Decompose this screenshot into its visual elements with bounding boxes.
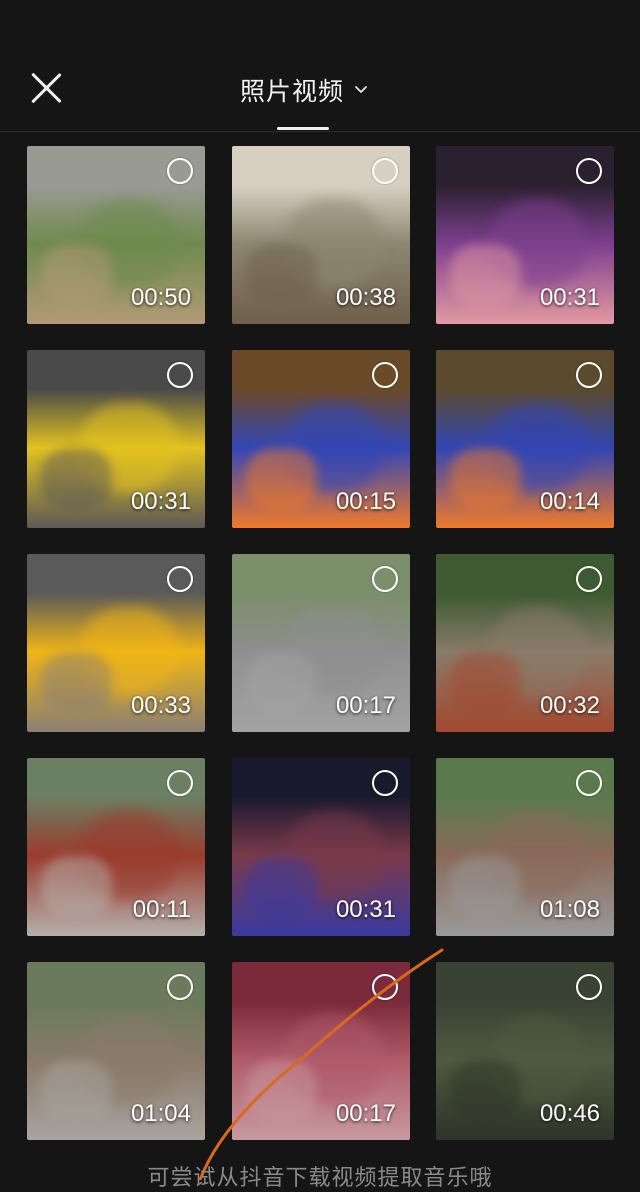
video-duration: 00:31 [335,896,396,923]
chevron-down-icon [355,86,367,93]
video-duration: 00:32 [539,692,600,719]
bottom-hint: 可尝试从抖音下载视频提取音乐哦 [147,1166,493,1191]
select-circle-icon[interactable] [576,566,602,592]
select-circle-icon[interactable] [372,770,398,796]
video-thumbnail[interactable]: 00:33 [27,554,205,732]
video-duration: 00:14 [539,488,600,515]
video-thumbnail[interactable]: 01:08 [436,758,614,936]
album-selector[interactable]: 照片视频 [240,68,368,112]
video-thumbnail[interactable]: 00:31 [436,146,614,324]
tab-indicator [277,127,329,130]
video-duration: 00:31 [130,488,191,515]
select-circle-icon[interactable] [576,158,602,184]
video-thumbnail[interactable]: 00:17 [232,554,410,732]
video-thumbnail[interactable]: 00:31 [27,350,205,528]
select-circle-icon[interactable] [372,566,398,592]
select-circle-icon[interactable] [576,362,602,388]
video-thumbnail[interactable]: 00:11 [27,758,205,936]
video-duration: 00:17 [335,692,396,719]
video-thumbnail[interactable]: 00:46 [436,962,614,1140]
video-duration: 00:11 [132,896,191,923]
video-thumbnail[interactable]: 00:38 [232,146,410,324]
video-duration: 00:15 [335,488,396,515]
video-duration: 00:46 [539,1100,600,1127]
select-circle-icon[interactable] [576,974,602,1000]
video-duration: 00:38 [335,284,396,311]
select-circle-icon[interactable] [167,158,193,184]
select-circle-icon[interactable] [372,158,398,184]
video-thumbnail[interactable]: 00:32 [436,554,614,732]
select-circle-icon[interactable] [372,362,398,388]
select-circle-icon[interactable] [167,362,193,388]
album-title: 照片视频 [240,77,345,106]
select-circle-icon[interactable] [576,770,602,796]
video-thumbnail[interactable]: 00:14 [436,350,614,528]
video-duration: 00:17 [335,1100,396,1127]
video-duration: 01:04 [130,1100,191,1127]
select-circle-icon[interactable] [167,770,193,796]
video-thumbnail[interactable]: 00:50 [27,146,205,324]
video-duration: 00:31 [539,284,600,311]
top-bar: 照片视频 [0,0,640,132]
video-thumbnail[interactable]: 01:04 [27,962,205,1140]
video-thumbnail[interactable]: 00:31 [232,758,410,936]
select-circle-icon[interactable] [167,566,193,592]
select-circle-icon[interactable] [372,974,398,1000]
select-circle-icon[interactable] [167,974,193,1000]
close-icon[interactable] [28,70,64,106]
video-thumbnail[interactable]: 00:17 [232,962,410,1140]
video-duration: 01:08 [539,896,600,923]
video-duration: 00:50 [130,284,191,311]
video-thumbnail[interactable]: 00:15 [232,350,410,528]
divider [0,131,640,132]
video-duration: 00:33 [130,692,191,719]
